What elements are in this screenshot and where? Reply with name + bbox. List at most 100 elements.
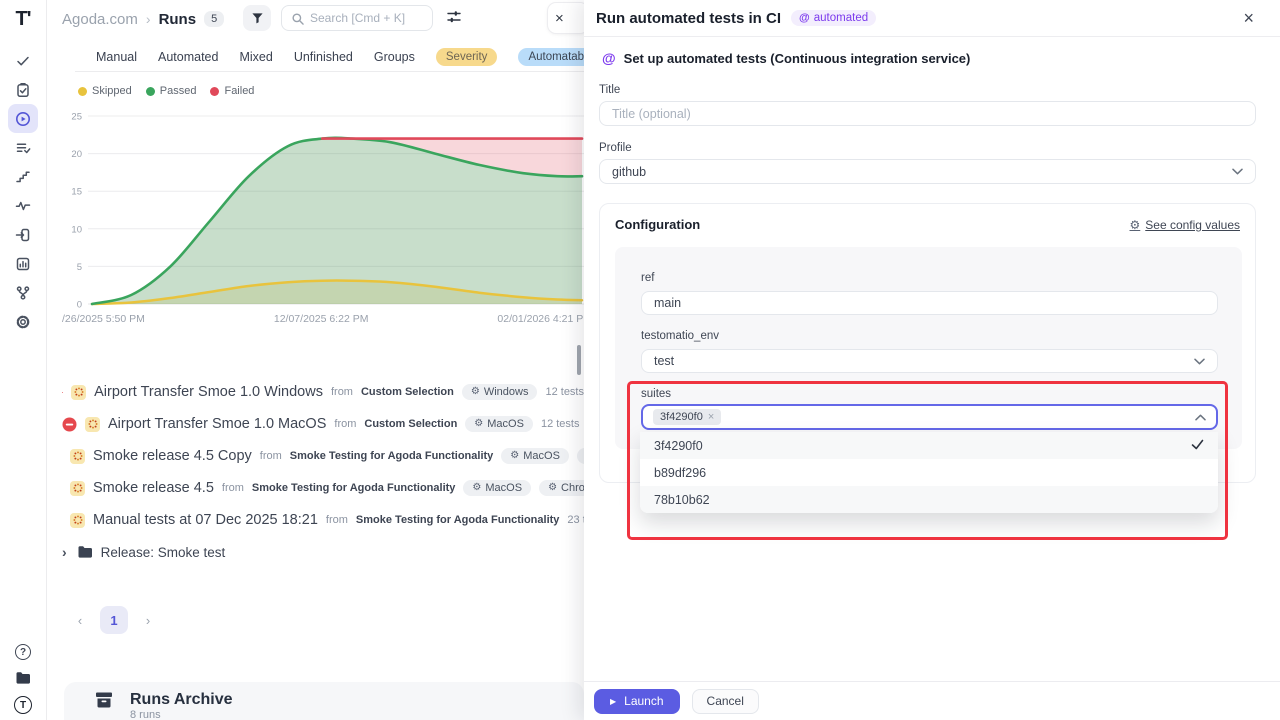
sidebar-nav xyxy=(0,46,46,336)
folder-icon xyxy=(77,545,93,559)
sidebar-item-activity[interactable] xyxy=(8,191,38,220)
launch-button[interactable]: ▶ Launch xyxy=(594,689,680,714)
automated-run-icon xyxy=(71,385,86,400)
runs-trend-chart: 25 20 15 10 5 0 xyxy=(62,106,584,317)
tab-mixed[interactable]: Mixed xyxy=(239,50,272,64)
app-screen: T' xyxy=(0,0,1280,720)
tab-groups[interactable]: Groups xyxy=(374,50,415,64)
cancel-button[interactable]: Cancel xyxy=(692,689,759,714)
breadcrumb-page[interactable]: Runs xyxy=(159,11,197,28)
see-config-values-link[interactable]: ⚙See config values xyxy=(1130,218,1241,232)
archive-count: 8 runs xyxy=(130,709,233,720)
gear-icon: ⚙ xyxy=(510,451,519,461)
modal-header: Run automated tests in CI @automated × xyxy=(584,0,1280,37)
remove-tag-icon[interactable]: × xyxy=(708,411,714,423)
legend-passed: Passed xyxy=(146,85,197,97)
vertical-scrollbar[interactable] xyxy=(577,345,581,375)
run-row[interactable]: Airport Transfer Smoe 1.0 MacOS from Cus… xyxy=(62,408,584,440)
at-icon: @ xyxy=(799,12,810,24)
title-field-label: Title xyxy=(599,84,620,96)
page-close-button[interactable]: × xyxy=(548,3,588,33)
search-box[interactable] xyxy=(281,5,433,31)
modal-close-icon[interactable]: × xyxy=(1243,9,1254,27)
run-title[interactable]: Airport Transfer Smoe 1.0 Windows xyxy=(94,384,323,400)
filter-button[interactable] xyxy=(243,5,271,31)
gear-icon: ⚙ xyxy=(548,483,557,493)
run-row[interactable]: Smoke release 4.5 from Smoke Testing for… xyxy=(62,472,584,504)
next-page-button[interactable]: › xyxy=(134,606,162,634)
breadcrumb-project[interactable]: Agoda.com xyxy=(62,11,138,28)
failed-dot-icon xyxy=(210,87,219,96)
dropdown-option[interactable]: b89df296 xyxy=(640,459,1218,486)
group-label[interactable]: Release: Smoke test xyxy=(101,545,226,560)
tab-unfinished[interactable]: Unfinished xyxy=(294,50,353,64)
dropdown-option-selected[interactable]: 3f4290f0 xyxy=(640,432,1218,459)
sidebar-item-test-plans[interactable] xyxy=(8,75,38,104)
env-badge: ⚙Chrome xyxy=(577,448,584,464)
run-title[interactable]: Smoke release 4.5 Copy xyxy=(93,448,252,464)
projects-folder-icon[interactable] xyxy=(15,671,31,685)
run-row[interactable]: Manual tests at 07 Dec 2025 18:21 from S… xyxy=(62,504,584,536)
chevron-right-icon[interactable]: › xyxy=(62,544,67,560)
run-title[interactable]: Manual tests at 07 Dec 2025 18:21 xyxy=(93,512,318,528)
configuration-header: Configuration ⚙See config values xyxy=(615,217,1240,232)
at-icon: @ xyxy=(602,50,616,66)
failed-status-icon xyxy=(62,385,63,400)
sidebar-item-check[interactable] xyxy=(8,46,38,75)
env-select[interactable]: test xyxy=(641,349,1218,373)
ref-input[interactable] xyxy=(641,291,1218,315)
view-settings-button[interactable] xyxy=(446,9,464,27)
xtick-middle: 12/07/2025 6:22 PM xyxy=(274,313,369,325)
tab-manual[interactable]: Manual xyxy=(96,50,137,64)
sidebar-item-import[interactable] xyxy=(8,220,38,249)
ytick-25: 25 xyxy=(71,112,82,123)
run-source: Smoke Testing for Agoda Functionality xyxy=(290,450,494,462)
check-icon xyxy=(15,53,31,69)
profile-select[interactable]: github xyxy=(599,159,1256,184)
env-value: test xyxy=(654,354,674,368)
clipboard-check-icon xyxy=(15,82,31,98)
tab-automated[interactable]: Automated xyxy=(158,50,218,64)
search-input[interactable] xyxy=(310,11,420,25)
play-circle-icon xyxy=(15,111,31,127)
tab-severity[interactable]: Severity xyxy=(436,48,498,66)
dropdown-option[interactable]: 78b10b62 xyxy=(640,486,1218,513)
run-row[interactable]: Airport Transfer Smoe 1.0 Windows from C… xyxy=(62,376,584,408)
skipped-dot-icon xyxy=(78,87,87,96)
play-icon: ▶ xyxy=(610,697,616,706)
sidebar-item-branches[interactable] xyxy=(8,278,38,307)
automated-run-icon xyxy=(70,481,85,496)
run-from-label: from xyxy=(331,386,353,398)
automated-run-icon xyxy=(85,417,100,432)
sidebar-item-analytics[interactable] xyxy=(8,249,38,278)
run-from-label: from xyxy=(334,418,356,430)
sidebar-item-settings[interactable] xyxy=(8,307,38,336)
title-input[interactable] xyxy=(599,101,1256,126)
runs-list: Airport Transfer Smoe 1.0 Windows from C… xyxy=(62,376,584,568)
run-from-label: from xyxy=(326,514,348,526)
xtick-last: 02/01/2026 4:21 PM xyxy=(497,313,592,325)
help-icon[interactable]: ? xyxy=(15,644,31,660)
run-tests-count: 23 tests xyxy=(567,514,584,526)
analytics-icon xyxy=(15,256,31,272)
run-group-row[interactable]: › Release: Smoke test xyxy=(62,536,584,568)
env-badge: ⚙Windows xyxy=(462,384,538,400)
legend-skipped: Skipped xyxy=(78,85,132,97)
legend-failed: Failed xyxy=(210,85,254,97)
run-title[interactable]: Smoke release 4.5 xyxy=(93,480,214,496)
close-icon: × xyxy=(555,10,564,27)
suites-multiselect[interactable]: 3f4290f0× xyxy=(641,404,1218,430)
run-row[interactable]: Smoke release 4.5 Copy from Smoke Testin… xyxy=(62,440,584,472)
gear-icon: ⚙ xyxy=(471,387,480,397)
sidebar-item-test-cases[interactable] xyxy=(8,133,38,162)
sidebar-item-runs[interactable] xyxy=(8,104,38,133)
sidebar-item-steps[interactable] xyxy=(8,162,38,191)
prev-page-button[interactable]: ‹ xyxy=(66,606,94,634)
page-1-button[interactable]: 1 xyxy=(100,606,128,634)
runs-archive-bar[interactable]: Runs Archive 8 runs xyxy=(64,682,584,720)
archive-title: Runs Archive xyxy=(130,691,233,709)
configuration-title: Configuration xyxy=(615,217,700,232)
profile-value: github xyxy=(612,165,646,179)
run-title[interactable]: Airport Transfer Smoe 1.0 MacOS xyxy=(108,416,326,432)
profile-avatar[interactable]: T xyxy=(14,696,32,714)
